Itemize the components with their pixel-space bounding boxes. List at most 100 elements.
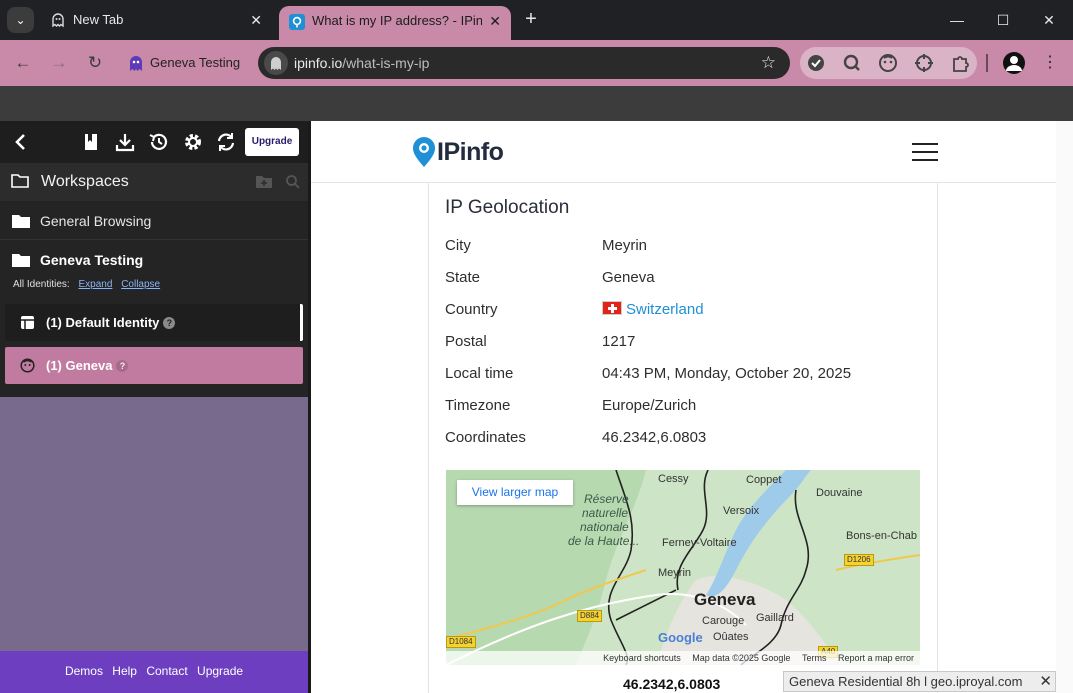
forward-icon[interactable]: → (47, 51, 71, 75)
workspaces-header: Workspaces (0, 163, 308, 201)
download-icon[interactable] (114, 131, 136, 153)
map-coordinates-caption: 46.2342,6.0803 (623, 676, 721, 692)
map-label-bons: Bons-en-Chab (846, 530, 917, 542)
reload-icon[interactable]: ↻ (83, 51, 107, 75)
bookmarks-icon[interactable] (80, 131, 102, 153)
search-icon[interactable] (285, 174, 301, 190)
ipinfo-logo-icon[interactable] (411, 136, 437, 168)
profile-label: Geneva Testing (150, 55, 241, 70)
web-page: IPinfo IP Geolocation City Meyrin State … (311, 121, 1073, 693)
map-label-haute: de la Haute... (568, 534, 640, 548)
footer-link-upgrade[interactable]: Upgrade (197, 664, 243, 678)
folder-icon (12, 215, 30, 228)
page-scrollbar[interactable] (1056, 121, 1073, 693)
row-key-postal: Postal (445, 333, 487, 350)
map-label-nationale: nationale (580, 520, 629, 534)
url-text: ipinfo.io/what-is-my-ip (294, 47, 429, 79)
map-label-ouates: Oûates (713, 631, 749, 643)
history-icon[interactable] (148, 131, 170, 153)
tab-label: What is my IP address? - IPinfo (312, 13, 482, 28)
close-tab-icon[interactable]: ✕ (250, 4, 262, 36)
tab-new-tab[interactable]: New Tab ✕ (40, 4, 272, 36)
menu-icon[interactable]: ⋮ (1040, 51, 1060, 75)
new-tab-button[interactable]: + (520, 8, 542, 32)
search-extension-icon[interactable] (842, 53, 862, 73)
row-value-country: Switzerland (602, 301, 704, 318)
embedded-map[interactable]: View larger map Cessy Coppet Douvaine Ve… (446, 470, 920, 665)
sidebar-empty-area (0, 397, 308, 651)
bookmarks-bar (0, 86, 1073, 121)
footer-link-demos[interactable]: Demos (65, 664, 103, 678)
expand-link[interactable]: Expand (78, 279, 112, 290)
report-map-error-link[interactable]: Report a map error (838, 653, 914, 663)
footer-link-contact[interactable]: Contact (146, 664, 187, 678)
view-larger-map-link[interactable]: View larger map (457, 480, 573, 505)
workspace-item-geneva-testing[interactable]: Geneva Testing (0, 241, 308, 279)
sync-icon[interactable] (215, 131, 237, 153)
map-data-text: Map data ©2025 Google (692, 653, 791, 663)
puzzle-extensions-icon[interactable] (950, 53, 970, 73)
tab-ipinfo[interactable]: What is my IP address? - IPinfo ✕ (279, 6, 511, 40)
row-value-postal: 1217 (602, 333, 636, 350)
proxy-status-text: Geneva Residential 8h l geo.iproyal.com (789, 674, 1023, 689)
url-host: ipinfo.io (294, 55, 343, 71)
close-window-button[interactable]: ✕ (1037, 8, 1061, 32)
target-extension-icon[interactable] (914, 53, 934, 73)
map-label-coppet: Coppet (746, 474, 782, 486)
keyboard-shortcuts-link[interactable]: Keyboard shortcuts (603, 653, 681, 663)
star-icon[interactable]: ☆ (761, 47, 776, 79)
footer-link-help[interactable]: Help (112, 664, 137, 678)
row-value-coordinates: 46.2342,6.0803 (602, 429, 707, 446)
folder-outline-icon (11, 174, 29, 188)
hamburger-menu-icon[interactable] (912, 143, 938, 161)
back-arrow-icon[interactable] (10, 131, 32, 153)
workspaces-title: Workspaces (41, 173, 129, 190)
identities-controls: All Identities: Expand Collapse (13, 279, 160, 290)
workspace-sidebar: Upgrade Workspaces General Browsing Gene… (0, 121, 311, 693)
browser-toolbar: ← → ↻ Geneva Testing ipinfo.io/what-is-m… (0, 40, 1073, 86)
map-label-douvaine: Douvaine (816, 487, 863, 499)
row-value-local-time: 04:43 PM, Monday, October 20, 2025 (602, 365, 852, 382)
map-label-geneva: Geneva (694, 590, 756, 609)
account-icon[interactable] (1003, 52, 1025, 74)
row-value-timezone: Europe/Zurich (602, 397, 697, 414)
map-label-reserve: Réserve (584, 492, 629, 506)
face-extension-icon[interactable] (878, 53, 898, 73)
check-extension-icon[interactable] (806, 53, 826, 73)
help-icon[interactable]: ? (116, 360, 129, 372)
google-logo: Google (658, 630, 703, 645)
site-info-icon[interactable] (264, 51, 288, 75)
add-folder-icon[interactable] (255, 175, 273, 189)
maximize-button[interactable]: ☐ (991, 8, 1015, 32)
chevron-down-icon: ⌄ (15, 13, 26, 27)
map-attribution: Keyboard shortcuts Map data ©2025 Google… (446, 651, 920, 665)
close-icon[interactable]: ✕ (1039, 672, 1052, 691)
logo-text[interactable]: IPinfo (437, 138, 504, 167)
proxy-status-bar: Geneva Residential 8h l geo.iproyal.com … (783, 671, 1056, 692)
upgrade-button[interactable]: Upgrade (245, 128, 299, 156)
gear-icon[interactable] (182, 131, 204, 153)
minimize-button[interactable]: — (945, 8, 969, 32)
identity-default[interactable]: (1) Default Identity? (5, 304, 303, 341)
row-key-country: Country (445, 301, 498, 318)
collapse-link[interactable]: Collapse (121, 279, 160, 290)
row-key-coordinates: Coordinates (445, 429, 526, 446)
workspace-item-general-browsing[interactable]: General Browsing (0, 202, 308, 240)
tab-label: New Tab (73, 12, 124, 27)
sidebar-footer: Demos Help Contact Upgrade (0, 651, 308, 693)
close-tab-icon[interactable]: ✕ (489, 6, 501, 36)
row-key-local-time: Local time (445, 365, 514, 382)
ghost-icon (130, 56, 142, 71)
country-link[interactable]: Switzerland (626, 301, 704, 318)
help-icon[interactable]: ? (163, 317, 176, 329)
workspace-label: Geneva Testing (40, 252, 144, 268)
identity-geneva[interactable]: (1) Geneva? (5, 347, 303, 384)
section-title: IP Geolocation (445, 197, 570, 218)
tab-search-button[interactable]: ⌄ (7, 7, 34, 33)
ghost-icon (52, 13, 64, 28)
map-label-meyrin: Meyrin (658, 567, 692, 579)
swiss-flag-icon (602, 301, 622, 315)
address-bar[interactable]: ipinfo.io/what-is-my-ip ☆ (258, 47, 790, 79)
back-icon[interactable]: ← (11, 51, 35, 75)
terms-link[interactable]: Terms (802, 653, 827, 663)
